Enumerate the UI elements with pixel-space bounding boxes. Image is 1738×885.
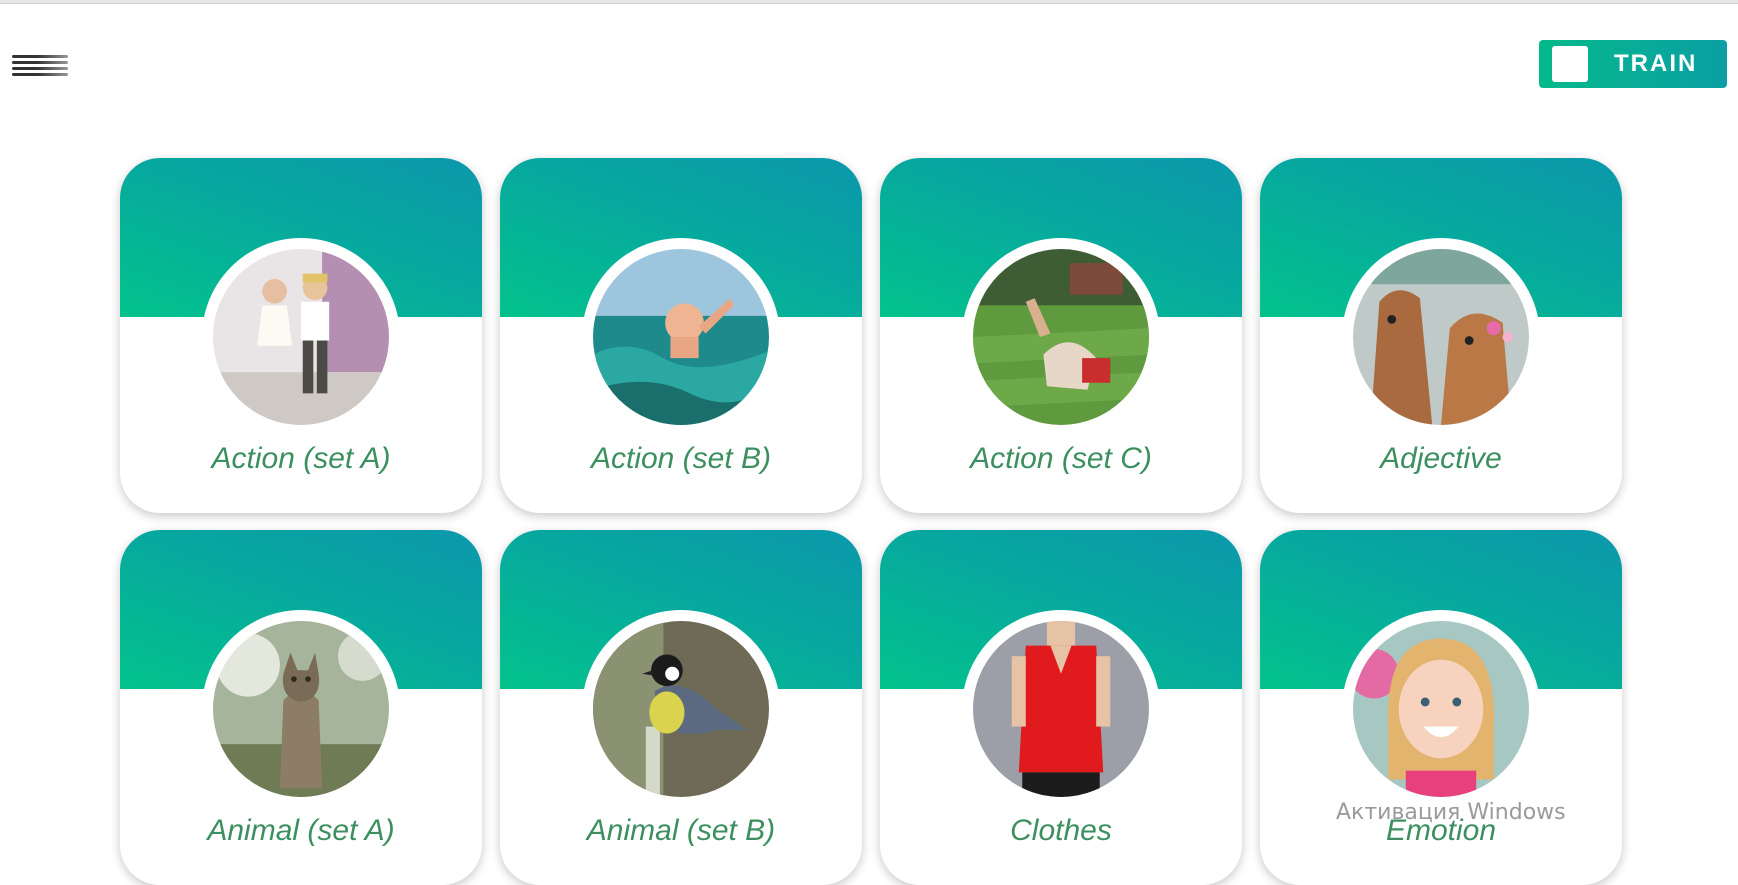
category-card-action-set-a[interactable]: Action (set A) [120,158,482,513]
category-title: Animal (set B) [586,814,776,847]
train-toggle[interactable]: TRAIN [1539,40,1727,88]
category-title: Action (set B) [590,442,772,475]
category-card-action-set-c[interactable]: Action (set C) [880,158,1242,513]
category-card-action-set-b[interactable]: Action (set B) [500,158,862,513]
category-title: Clothes [1010,814,1112,847]
category-title: Adjective [1380,442,1502,475]
cat-photo [213,621,389,797]
train-toggle-label: TRAIN [1614,50,1698,77]
category-title: Action (set C) [970,442,1152,475]
hamburger-menu-icon[interactable] [12,55,68,81]
smiling-girl-photo [1353,621,1529,797]
windows-activation-watermark: Активация Windows [1336,800,1566,825]
category-title: Action (set A) [211,442,391,475]
bird-photo [593,621,769,797]
red-blouse-photo [973,621,1149,797]
child-swimming-photo [593,249,769,425]
children-dancing-photo [213,249,389,425]
capybaras-photo [1353,249,1529,425]
category-title: Animal (set A) [207,814,395,847]
top-border [0,0,1738,4]
category-card-adjective[interactable]: Adjective [1260,158,1622,513]
man-somersault-photo [973,249,1149,425]
toggle-knob [1552,46,1588,82]
